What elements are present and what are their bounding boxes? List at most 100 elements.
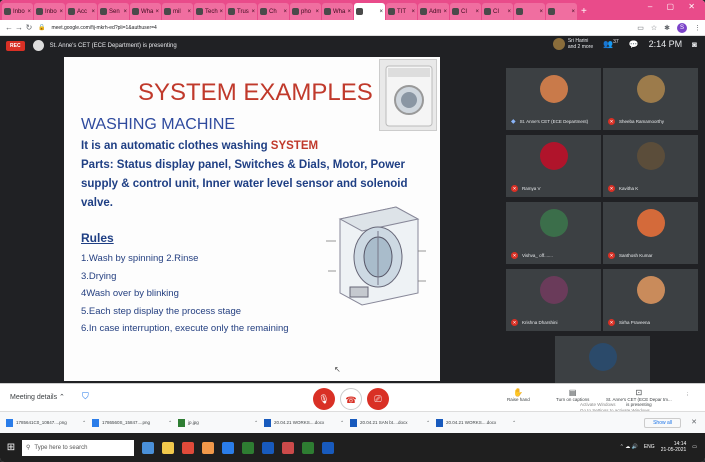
url-field[interactable]: meet.google.com/fij-mkrh-ed?pli=1&authus… — [51, 25, 156, 31]
file-icon — [6, 418, 13, 427]
close-tab-icon[interactable]: × — [219, 9, 223, 15]
download-item[interactable]: jp.jpg ⌃ — [178, 418, 262, 427]
close-tab-icon[interactable]: × — [59, 9, 63, 15]
meeting-details-button[interactable]: Meeting details ⌃ — [10, 393, 65, 401]
taskbar-search-input[interactable]: ⚲ Type here to search — [22, 439, 134, 456]
close-tab-icon[interactable]: × — [379, 9, 383, 15]
chevron-up-icon[interactable]: ⌃ — [512, 420, 516, 426]
browser-tab[interactable]: Tech × — [194, 3, 225, 20]
close-icon[interactable]: ✕ — [691, 418, 697, 426]
participant-tile[interactable]: ✕ Sheeba Ramamoorthy — [603, 68, 698, 130]
chevron-up-icon[interactable]: ⌃ — [340, 420, 344, 426]
reload-icon[interactable]: ↻ — [24, 23, 34, 32]
taskbar-app-icon[interactable] — [302, 441, 314, 454]
browser-tab[interactable]: Inbo × — [2, 3, 33, 20]
chevron-up-icon[interactable]: ⌃ — [426, 420, 430, 426]
browser-tab[interactable]: mil × — [162, 3, 193, 20]
forward-icon[interactable]: → — [14, 23, 24, 32]
taskbar-app-icon[interactable] — [182, 441, 194, 454]
browser-tab[interactable]: Trus × — [226, 3, 257, 20]
taskbar-app-icon[interactable] — [262, 441, 274, 454]
close-tab-icon[interactable]: × — [283, 9, 287, 15]
profile-avatar[interactable]: S — [677, 22, 687, 33]
avatar — [636, 209, 665, 237]
cast-icon[interactable]: ▭ — [637, 24, 644, 32]
taskbar-app-icon[interactable] — [242, 441, 254, 454]
download-item[interactable]: 1786560S_15847....png ⌃ — [92, 418, 176, 427]
browser-tab[interactable]: Acc × — [66, 3, 97, 20]
participant-tile[interactable]: ✕ Vishva_ off....... — [506, 202, 601, 264]
close-tab-icon[interactable]: × — [315, 9, 319, 15]
close-tab-icon[interactable]: × — [27, 9, 31, 15]
windows-start-icon[interactable]: ⊞ — [0, 442, 22, 453]
captions-button[interactable]: ▤ Turn on captions — [556, 388, 589, 402]
notifications-icon[interactable]: ▭ — [692, 444, 697, 450]
extensions-icon[interactable]: ✱ — [664, 24, 670, 32]
browser-tab[interactable]: Inbo × — [34, 3, 65, 20]
browser-tab[interactable]: CI × — [482, 3, 513, 20]
taskbar-app-icon[interactable] — [282, 441, 294, 454]
language-indicator[interactable]: ENG — [644, 444, 655, 450]
close-tab-icon[interactable]: × — [507, 9, 511, 15]
close-tab-icon[interactable]: × — [251, 9, 255, 15]
download-item[interactable]: 20.04.21 SAN bt....docx ⌃ — [350, 418, 434, 427]
download-item[interactable]: 20.04.21 WORKS....docx ⌃ — [436, 418, 520, 427]
participant-tile[interactable]: ✕ Sirha Praveena — [603, 269, 698, 331]
window-controls[interactable]: – ▢ ✕ — [648, 2, 701, 11]
close-tab-icon[interactable]: × — [155, 9, 159, 15]
browser-tab[interactable]: × — [514, 3, 545, 20]
raise-hand-button[interactable]: ✋ Raise hand — [507, 388, 530, 402]
close-tab-icon[interactable]: × — [571, 9, 575, 15]
close-tab-icon[interactable]: × — [347, 9, 351, 15]
browser-tab[interactable]: TIT × — [386, 3, 417, 20]
participant-tile[interactable]: ✕ Krishna Dharshini — [506, 269, 601, 331]
browser-tab[interactable]: × — [546, 3, 577, 20]
taskbar-app-icon[interactable] — [222, 441, 234, 454]
star-icon[interactable]: ☆ — [651, 24, 657, 32]
tray-icons[interactable]: ⌃ ☁ 🔊 — [620, 444, 638, 450]
browser-tab[interactable]: Wha × — [130, 3, 161, 20]
browser-tab[interactable]: Sen × — [98, 3, 129, 20]
menu-icon[interactable]: ⋮ — [694, 24, 701, 32]
you-avatar-icon[interactable]: ◙ — [692, 40, 697, 49]
camera-toggle-button[interactable]: ⎚ — [367, 388, 389, 410]
browser-tab[interactable]: Adm × — [418, 3, 449, 20]
browser-tab[interactable]: CI × — [450, 3, 481, 20]
tray-clock[interactable]: 14:14 21-05-2021 — [661, 441, 687, 453]
browser-tab[interactable]: Wha × — [322, 3, 353, 20]
browser-tab[interactable]: × — [354, 3, 385, 20]
taskbar-app-icon[interactable] — [202, 441, 214, 454]
shield-icon[interactable]: ⛉ — [82, 391, 89, 402]
participant-tile[interactable]: ✕ Kavitha K — [603, 135, 698, 197]
participant-tile[interactable]: ✕ Santhosh Kumar — [603, 202, 698, 264]
chevron-up-icon[interactable]: ⌃ — [82, 420, 86, 426]
people-summary[interactable]: Sri Harini and 2 more — [552, 38, 593, 50]
taskbar-app-icon[interactable] — [322, 441, 334, 454]
browser-tab[interactable]: pho × — [290, 3, 321, 20]
chat-icon[interactable]: 💬 — [629, 40, 639, 49]
taskbar-app-icon[interactable] — [142, 441, 154, 454]
new-tab-button[interactable]: + — [581, 3, 587, 20]
participants-icon[interactable]: 👥37 — [603, 39, 619, 49]
close-tab-icon[interactable]: × — [475, 9, 479, 15]
more-options-icon[interactable]: ⋮ — [685, 392, 690, 398]
download-item[interactable]: 20.04.21 WORKS....docx ⌃ — [264, 418, 348, 427]
chevron-up-icon[interactable]: ⌃ — [254, 420, 258, 426]
close-tab-icon[interactable]: × — [411, 9, 415, 15]
participant-tile[interactable]: ✕ Ramya V — [506, 135, 601, 197]
show-all-button[interactable]: Show all — [644, 418, 681, 428]
participant-tile[interactable]: ◆ St. Anne's CET (ECE Department) — [506, 68, 601, 130]
hang-up-button[interactable]: ☎ — [340, 388, 362, 410]
close-tab-icon[interactable]: × — [187, 9, 191, 15]
taskbar-app-icon[interactable] — [162, 441, 174, 454]
close-tab-icon[interactable]: × — [539, 9, 543, 15]
close-tab-icon[interactable]: × — [91, 9, 95, 15]
browser-tab[interactable]: Ch × — [258, 3, 289, 20]
back-icon[interactable]: ← — [4, 23, 14, 32]
close-tab-icon[interactable]: × — [443, 9, 447, 15]
meet-top-bar: REC St. Anne's CET (ECE Department) is p… — [0, 36, 705, 55]
chevron-up-icon[interactable]: ⌃ — [168, 420, 172, 426]
close-tab-icon[interactable]: × — [123, 9, 127, 15]
mic-toggle-button[interactable]: 🎙 — [313, 388, 335, 410]
download-item[interactable]: 1785641C0_10847....png ⌃ — [6, 418, 90, 427]
